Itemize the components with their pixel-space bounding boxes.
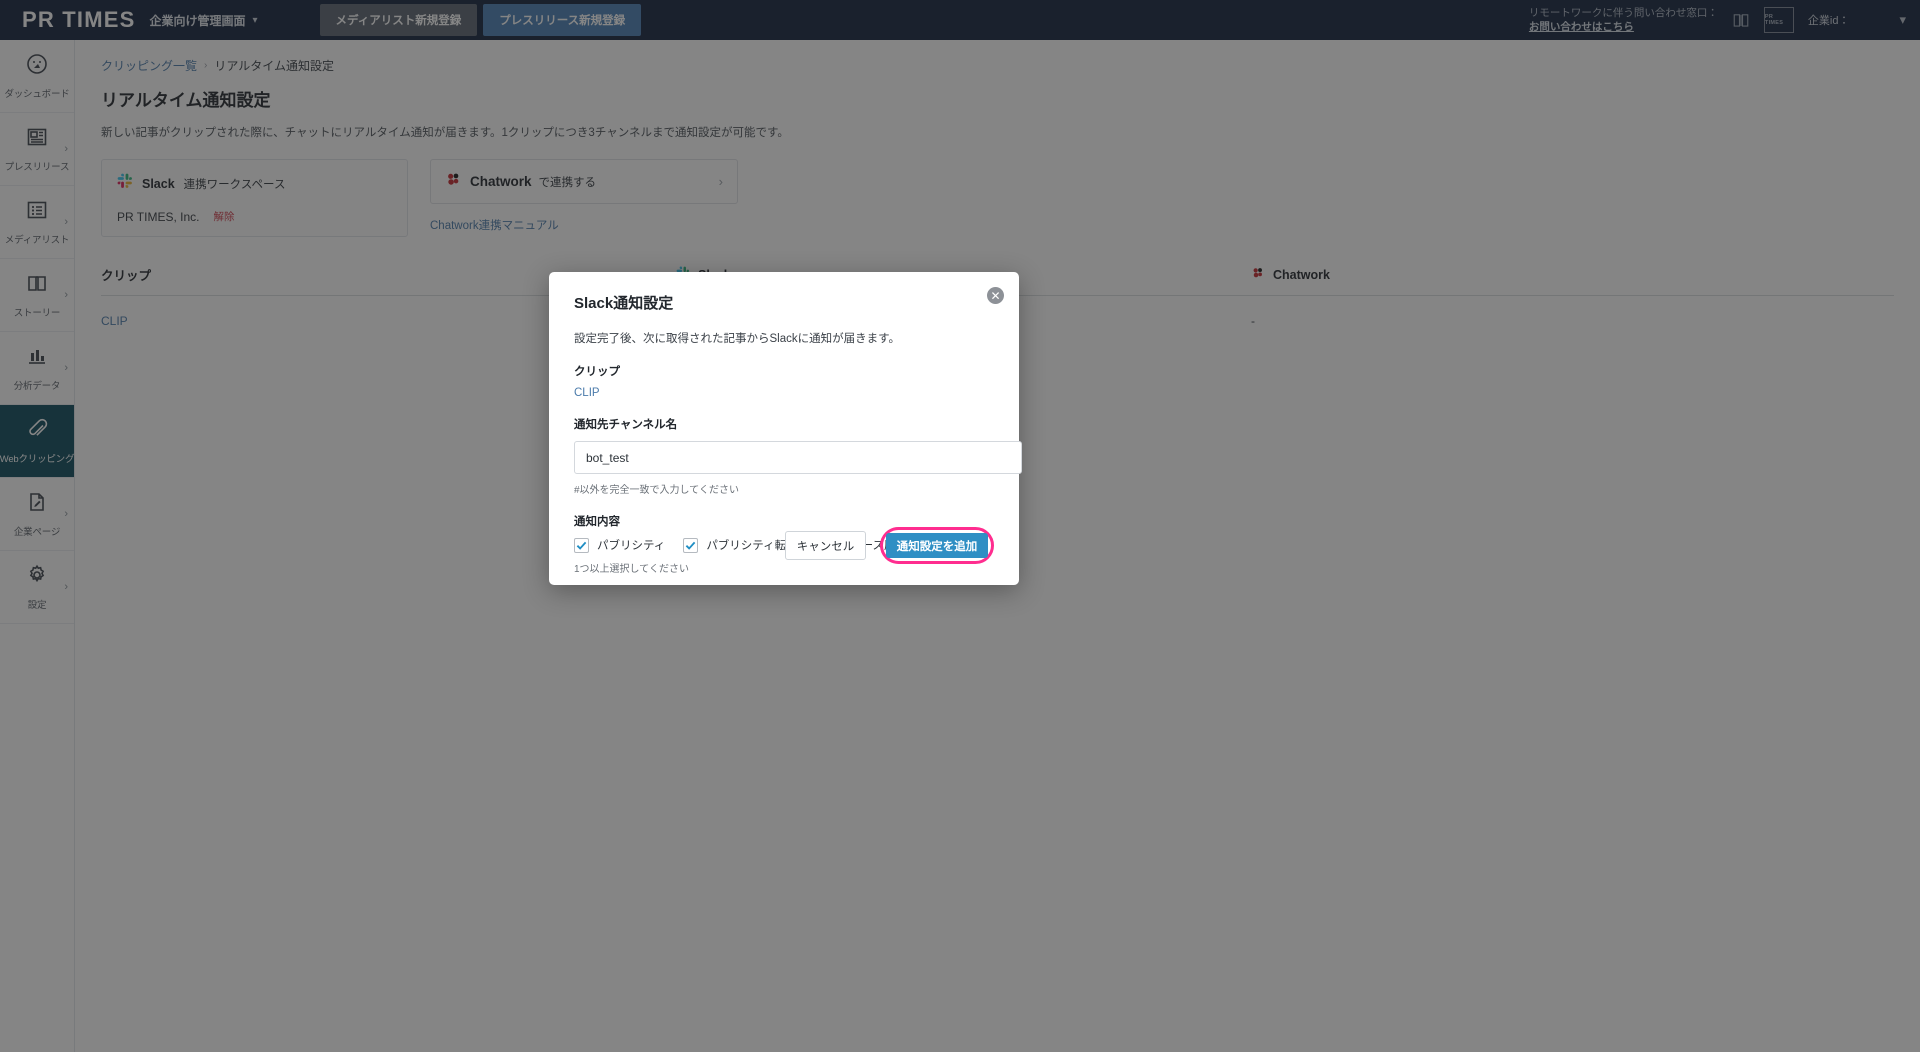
clip-field-value[interactable]: CLIP — [574, 387, 994, 399]
app-root: PR TIMES 企業向け管理画面 ▾ メディアリスト新規登録 プレスリリース新… — [0, 0, 1920, 1052]
cancel-button[interactable]: キャンセル — [785, 531, 866, 560]
channel-field-label: 通知先チャンネル名 — [574, 419, 678, 431]
modal-action-buttons: キャンセル 通知設定を追加 — [574, 527, 994, 564]
modal-description: 設定完了後、次に取得された記事からSlackに通知が届きます。 — [574, 333, 900, 345]
submit-button-highlight: 通知設定を追加 — [880, 527, 994, 564]
channel-field-hint: #以外を完全一致で入力してください — [574, 485, 739, 496]
slack-notification-modal: ✕ Slack通知設定 設定完了後、次に取得された記事からSlackに通知が届き… — [549, 272, 1022, 585]
close-icon[interactable]: ✕ — [987, 287, 1004, 304]
modal-title: Slack通知設定 — [574, 295, 674, 312]
clip-field-label: クリップ — [574, 366, 620, 378]
add-notification-setting-button[interactable]: 通知設定を追加 — [886, 533, 988, 558]
channel-name-input[interactable] — [574, 441, 1022, 474]
